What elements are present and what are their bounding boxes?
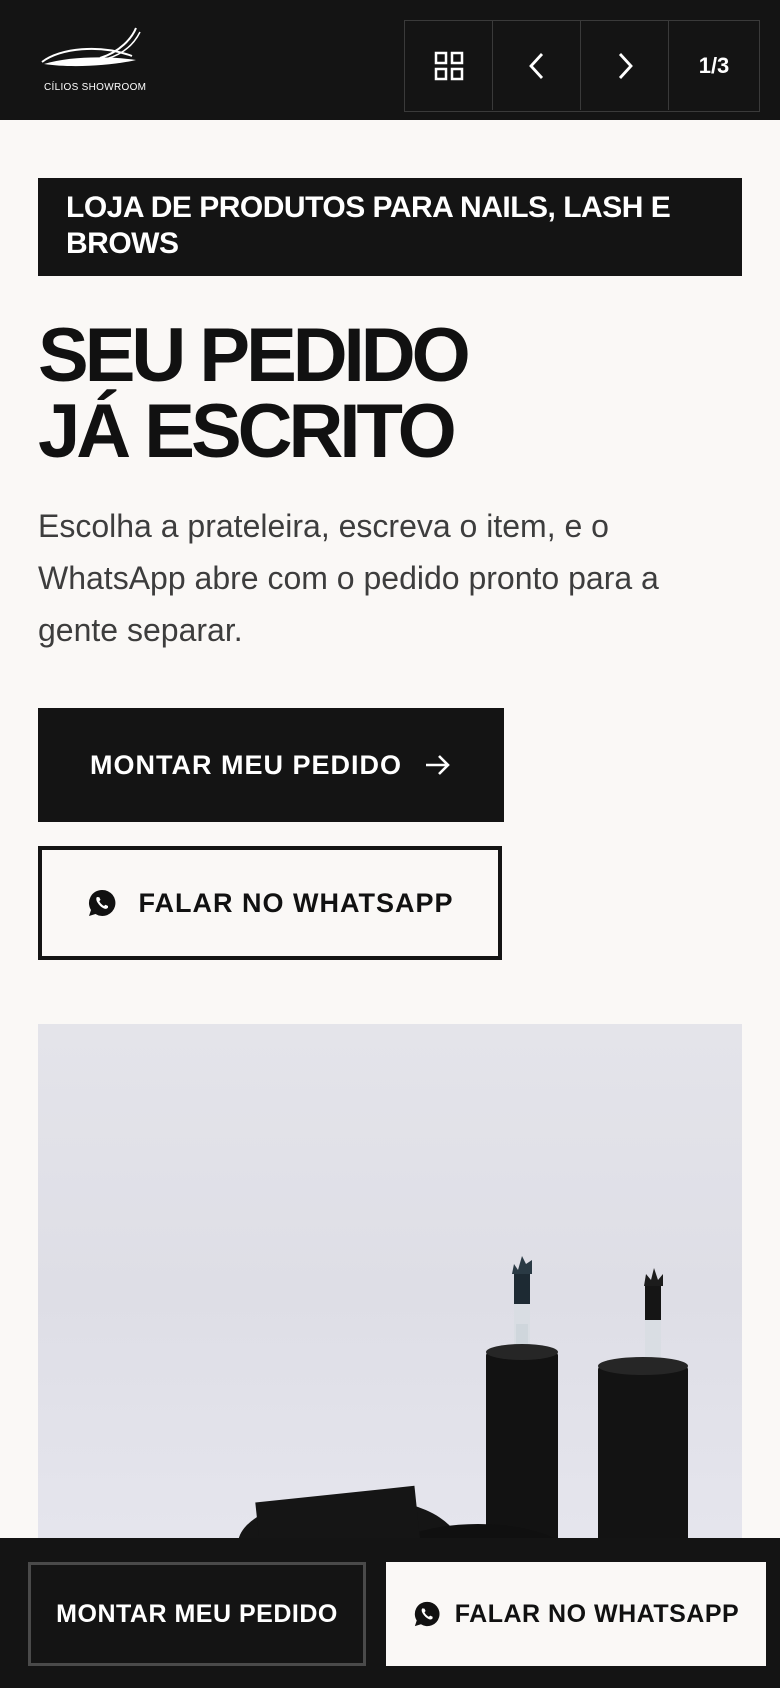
brand-logo[interactable]: CÍLIOS SHOWROOM [40,26,150,96]
next-button[interactable] [581,21,669,110]
whatsapp-icon [414,1601,440,1627]
grid-view-button[interactable] [405,21,493,110]
slide-navigation: 1/3 [404,20,760,112]
product-photo [38,1024,742,1564]
brand-name: CÍLIOS SHOWROOM [44,82,147,93]
chevron-left-icon [528,52,543,79]
chevron-right-icon [618,52,633,79]
page-title: SEU PEDIDO JÁ ESCRITO [38,313,471,474]
eyelash-logo-icon [41,27,141,67]
bottom-action-bar: MONTAR MEU PEDIDO FALAR NO WHATSAPP [0,1538,780,1688]
page-indicator: 1/3 [698,52,730,78]
store-badge: LOJA DE PRODUTOS PARA NAILS, LASH E BROW… [38,178,742,276]
bottom-whatsapp-button[interactable]: FALAR NO WHATSAPP [386,1562,766,1666]
bottom-whatsapp-label: FALAR NO WHATSAPP [454,1599,740,1628]
build-order-label: MONTAR MEU PEDIDO [90,749,402,780]
whatsapp-contact-button[interactable]: FALAR NO WHATSAPP [38,846,502,960]
grid-icon [434,51,463,80]
headline-line-1: SEU PEDIDO [38,313,471,398]
whatsapp-icon [88,889,115,916]
top-bar: CÍLIOS SHOWROOM 1/3 [0,0,780,120]
arrow-right-icon [426,755,450,775]
whatsapp-contact-label: FALAR NO WHATSAPP [138,887,454,918]
build-order-button[interactable]: MONTAR MEU PEDIDO [38,708,504,822]
previous-button[interactable] [493,21,581,110]
headline-line-2: JÁ ESCRITO [38,389,457,474]
intro-text: Escolha a prateleira, escreva o item, e … [38,508,659,648]
bottom-build-order-button[interactable]: MONTAR MEU PEDIDO [28,1562,366,1666]
nail-polish-bottles-image [238,1256,688,1564]
bottom-build-order-label: MONTAR MEU PEDIDO [56,1599,338,1628]
page-indicator-cell: 1/3 [669,21,759,110]
